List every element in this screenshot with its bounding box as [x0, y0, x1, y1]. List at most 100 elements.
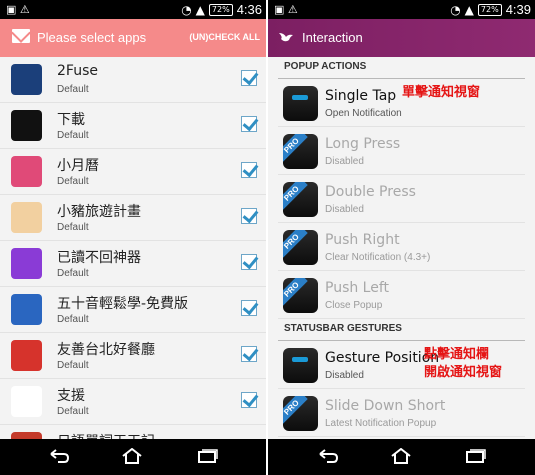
preference-item[interactable]: PRO Double Press Disabled [268, 175, 535, 223]
pro-badge: PRO [283, 278, 308, 306]
app-checkbox[interactable] [241, 162, 257, 178]
app-checkbox[interactable] [241, 116, 257, 132]
app-name: 小月曆 [57, 158, 99, 174]
bird-logo-icon[interactable] [278, 31, 294, 43]
restaurant-app-icon [11, 340, 42, 371]
app-list-item[interactable]: 友善台北好餐廳 Default [0, 333, 266, 379]
wifi-icon: ◔ [181, 2, 192, 17]
pro-feature-icon: PRO [283, 396, 318, 431]
xperia-care-app-icon [11, 386, 42, 417]
pro-badge: PRO [283, 134, 308, 162]
recent-apps-icon[interactable] [196, 448, 218, 464]
section-header-popup-actions: POPUP ACTIONS [268, 57, 535, 79]
notification-popup-icon [283, 86, 318, 121]
app-checkbox[interactable] [241, 392, 257, 408]
pro-feature-icon: PRO [283, 182, 318, 217]
app-list-item[interactable]: 2Fuse Default [0, 57, 266, 103]
left-screen: ▣ ⚠ ◔ ▲ 72% 4:36 Please select apps (UN)… [0, 0, 266, 475]
status-bar: ▣ ⚠ ◔ ▲ 72% 4:36 [0, 0, 266, 19]
annotation-gesture-line1: 點擊通知欄 [424, 347, 490, 362]
section-header-statusbar-gestures: STATUSBAR GESTURES [268, 319, 535, 341]
app-list-item[interactable]: 支援 Default [0, 379, 266, 425]
preference-summary: Disabled [325, 156, 364, 167]
preference-item[interactable]: PRO Slide Down Short Latest Notification P… [268, 389, 535, 437]
annotation-gesture-line2: 開啟通知視窗 [424, 365, 503, 380]
preference-item[interactable]: PRO Push Right Clear Notification (4.3+) [268, 223, 535, 271]
calendar-flower-app-icon [11, 156, 42, 187]
2fuse-app-icon [11, 64, 42, 95]
status-time: 4:39 [505, 2, 531, 17]
preference-title: Long Press [325, 136, 401, 152]
home-icon[interactable] [390, 448, 412, 464]
page-title: Please select apps [37, 30, 147, 45]
chat-bubble-app-icon [11, 248, 42, 279]
app-list-item[interactable]: 已讀不回神器 Default [0, 241, 266, 287]
mail-icon [12, 29, 30, 43]
pro-feature-icon: PRO [283, 134, 318, 169]
app-name: 五十音輕鬆學-免費版 [57, 296, 189, 312]
preference-title: Gesture Position [325, 350, 440, 366]
app-name: 已讀不回神器 [57, 250, 141, 266]
app-subtitle: Default [57, 84, 89, 95]
signal-icon: ▲ [195, 2, 205, 17]
preference-item[interactable]: PRO Push Left Close Popup [268, 271, 535, 319]
preference-item[interactable]: PRO Long Press Disabled [268, 127, 535, 175]
app-subtitle: Default [57, 406, 89, 417]
battery-indicator: 72% [208, 3, 233, 16]
app-name: 支援 [57, 388, 85, 404]
app-name: 下載 [57, 112, 85, 128]
pro-feature-icon: PRO [283, 230, 318, 265]
app-list-item[interactable]: 下載 Default [0, 103, 266, 149]
app-subtitle: Default [57, 314, 89, 325]
back-icon[interactable] [48, 448, 70, 464]
preference-summary: Close Popup [325, 300, 383, 311]
app-name: 2Fuse [57, 63, 98, 79]
app-name: 小豬旅遊計畫 [57, 204, 141, 220]
preference-summary: Open Notification [325, 108, 402, 119]
app-checkbox[interactable] [241, 346, 257, 362]
wifi-icon: ◔ [450, 2, 461, 17]
navigation-bar [268, 439, 535, 475]
preference-summary: Clear Notification (4.3+) [325, 252, 431, 263]
app-subtitle: Default [57, 130, 89, 141]
battery-indicator: 72% [477, 3, 502, 16]
preference-title: Single Tap [325, 88, 397, 104]
download-app-icon [11, 110, 42, 141]
app-subtitle: Default [57, 268, 89, 279]
preference-summary: Disabled [325, 204, 364, 215]
preference-title: Push Left [325, 280, 390, 296]
navigation-bar [0, 439, 266, 475]
status-time: 4:36 [236, 2, 262, 17]
app-list-item[interactable]: 五十音輕鬆學-免費版 Default [0, 287, 266, 333]
notification-icons: ▣ ⚠ [274, 3, 298, 16]
app-bar: Please select apps (UN)CHECK ALL [0, 19, 266, 57]
app-checkbox[interactable] [241, 300, 257, 316]
app-checkbox[interactable] [241, 254, 257, 270]
app-subtitle: Default [57, 360, 89, 371]
uncheck-all-button[interactable]: (UN)CHECK ALL [189, 32, 260, 42]
back-icon[interactable] [317, 448, 339, 464]
app-list-item[interactable]: 小豬旅遊計畫 Default [0, 195, 266, 241]
right-screen: ▣ ⚠ ◔ ▲ 72% 4:39 Interaction POPUP ACTIO… [268, 0, 535, 475]
pig-travel-app-icon [11, 202, 42, 233]
app-list-item[interactable]: 小月曆 Default [0, 149, 266, 195]
recent-apps-icon[interactable] [464, 448, 486, 464]
app-checkbox[interactable] [241, 70, 257, 86]
preference-summary: Latest Notification Popup [325, 418, 437, 429]
page-title: Interaction [302, 30, 363, 45]
app-bar: Interaction [268, 19, 535, 57]
pro-badge: PRO [283, 396, 308, 424]
preference-title: Double Press [325, 184, 416, 200]
japanese-letter-app-icon [11, 294, 42, 325]
home-icon[interactable] [121, 448, 143, 464]
app-list: 2Fuse Default 下載 Default 小月曆 Default 小豬旅遊計畫 Def… [0, 57, 266, 471]
app-checkbox[interactable] [241, 208, 257, 224]
notification-popup-icon [283, 348, 318, 383]
annotation-single-tap: 單擊通知視窗 [402, 85, 481, 100]
app-subtitle: Default [57, 176, 89, 187]
app-name: 友善台北好餐廳 [57, 342, 155, 358]
pro-feature-icon: PRO [283, 278, 318, 313]
notification-icons: ▣ ⚠ [6, 3, 30, 16]
preference-title: Slide Down Short [325, 398, 446, 414]
preference-title: Push Right [325, 232, 400, 248]
